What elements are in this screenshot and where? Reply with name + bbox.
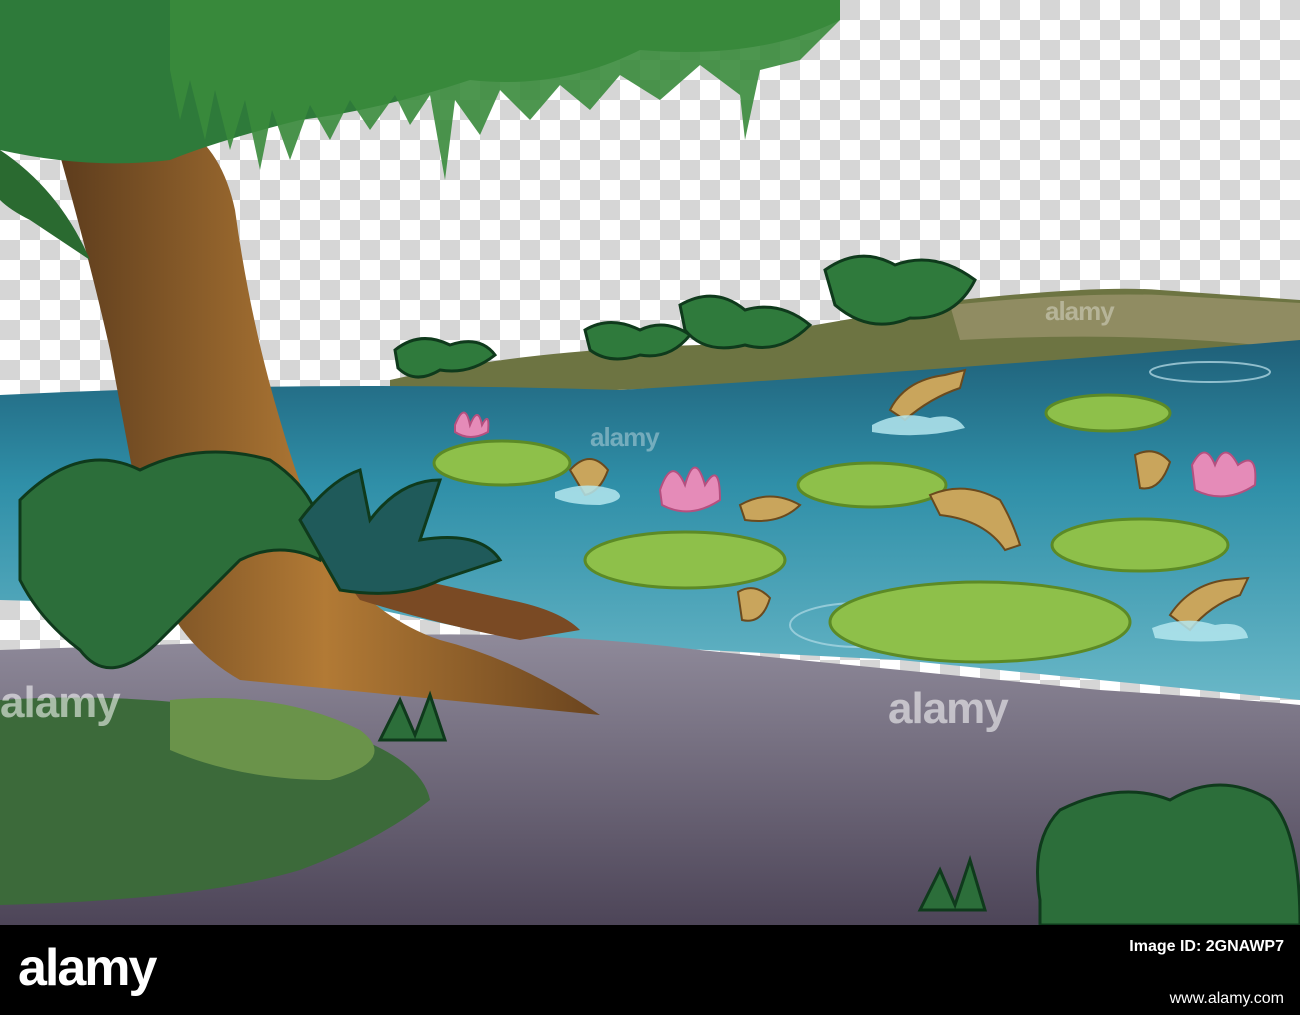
watermark-text: alamy xyxy=(1045,296,1115,326)
pond-scene-illustration: alamy alamy alamy alamy xyxy=(0,0,1300,925)
lily-pad xyxy=(583,530,787,590)
image-meta: Image ID: 2GNAWP7 www.alamy.com xyxy=(1129,938,1284,1008)
watermark-text: alamy xyxy=(888,684,1009,733)
image-id-label: Image ID: 2GNAWP7 xyxy=(1129,938,1284,955)
image-stage: alamy alamy alamy alamy alamy Image ID: … xyxy=(0,0,1300,1015)
lily-pad xyxy=(432,439,572,487)
lily-pad xyxy=(1044,393,1172,433)
pond-illustration xyxy=(0,0,1300,925)
site-url: www.alamy.com xyxy=(1169,990,1284,1007)
watermark-text: alamy xyxy=(590,422,660,452)
lily-pad xyxy=(796,461,948,509)
watermark-text: alamy xyxy=(0,678,121,727)
alamy-logo: alamy xyxy=(18,939,157,997)
lily-pad xyxy=(828,580,1132,664)
lily-pad xyxy=(1050,517,1230,573)
footer-bar xyxy=(0,925,1300,1015)
right-bush xyxy=(1036,783,1300,925)
